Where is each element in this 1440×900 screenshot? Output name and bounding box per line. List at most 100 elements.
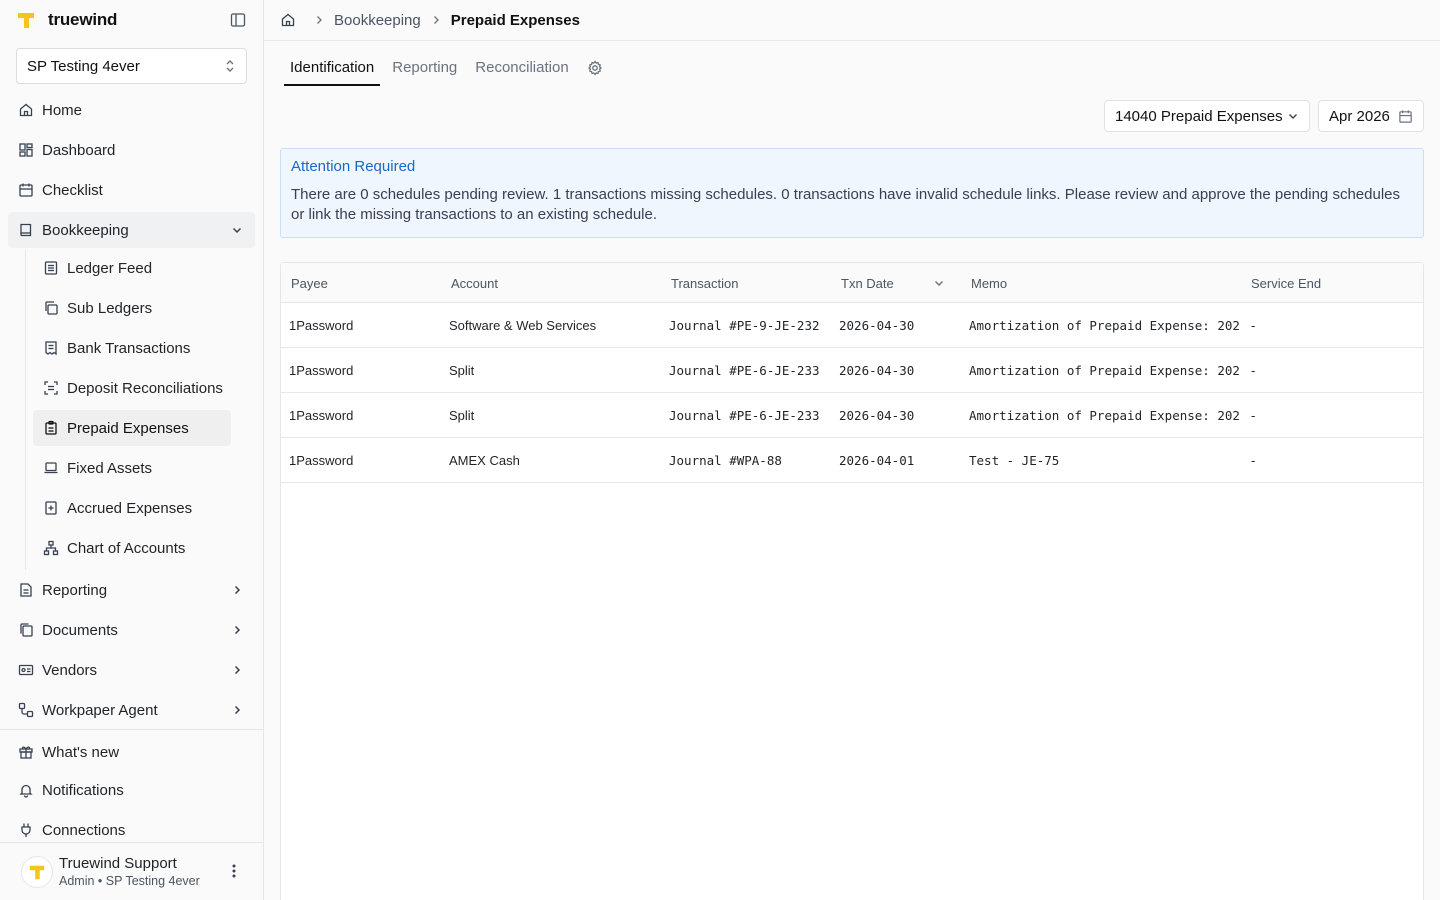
cell-memo: Amortization of Prepaid Expense: 2026-04… — [969, 408, 1239, 423]
column-header-transaction[interactable]: Transaction — [671, 263, 831, 303]
nav-reporting-label: Reporting — [42, 581, 108, 599]
account-select-value: 14040 Prepaid Expenses — [1115, 107, 1283, 125]
nav-whats-new[interactable]: What's new — [8, 734, 255, 770]
breadcrumb-bookkeeping[interactable]: Bookkeeping — [334, 12, 421, 29]
nav-vendors-label: Vendors — [42, 661, 98, 679]
nav-sub-ledgers-label: Sub Ledgers — [67, 299, 153, 317]
nav-sub-ledgers[interactable]: Sub Ledgers — [33, 290, 231, 326]
nav-chart-of-accounts-label: Chart of Accounts — [67, 539, 186, 557]
chevron-down-icon[interactable] — [933, 277, 945, 289]
nav-accrued-expenses[interactable]: Accrued Expenses — [33, 490, 231, 526]
home-icon[interactable] — [280, 12, 296, 28]
nav-documents-label: Documents — [42, 621, 118, 639]
nav-chart-of-accounts[interactable]: Chart of Accounts — [33, 530, 231, 566]
sidebar-toggle-icon[interactable] — [229, 11, 247, 29]
alert-title: Attention Required — [291, 158, 416, 175]
nav-bookkeeping[interactable]: Bookkeeping — [8, 212, 255, 248]
cell-txn-date: 2026-04-30 — [839, 408, 915, 423]
file-plus-icon — [43, 500, 59, 516]
period-picker[interactable]: Apr 2026 — [1318, 100, 1424, 132]
table-row[interactable]: 1Password Split Journal #PE-6-JE-233 202… — [281, 393, 1423, 438]
transactions-table: Payee Account Transaction Txn Date Memo … — [280, 262, 1424, 900]
cell-payee: 1Password — [289, 318, 354, 333]
truewind-logo-icon — [16, 10, 36, 30]
cell-service-end: - — [1251, 363, 1256, 378]
tab-identification[interactable]: Identification — [284, 50, 381, 86]
nav-bank-transactions[interactable]: Bank Transactions — [33, 330, 231, 366]
cell-service-end: - — [1251, 453, 1256, 468]
gear-icon[interactable] — [581, 50, 609, 86]
table-row[interactable]: 1Password Split Journal #PE-6-JE-233 202… — [281, 348, 1423, 393]
column-header-service-end[interactable]: Service End — [1251, 263, 1411, 303]
cell-account: Split — [449, 363, 475, 378]
nav-whats-new-label: What's new — [42, 743, 120, 761]
cell-transaction: Journal #PE-6-JE-233 — [669, 363, 820, 378]
chevron-right-icon — [431, 15, 441, 25]
calendar-check-icon — [18, 182, 34, 198]
org-tree-icon — [43, 540, 59, 556]
nav-fixed-assets[interactable]: Fixed Assets — [33, 450, 231, 486]
tabs: Identification Reporting Reconciliation — [284, 50, 609, 86]
dashboard-icon — [18, 142, 34, 158]
nav-deposit-reconciliations[interactable]: Deposit Reconciliations — [33, 370, 231, 406]
brand[interactable]: truewind — [16, 8, 117, 32]
table-row[interactable]: 1Password AMEX Cash Journal #WPA-88 2026… — [281, 438, 1423, 483]
nav-deposit-reconciliations-label: Deposit Reconciliations — [67, 379, 223, 397]
nav-ledger-feed[interactable]: Ledger Feed — [33, 250, 231, 286]
user-role: Admin • SP Testing 4ever — [59, 874, 200, 888]
nav-home[interactable]: Home — [8, 92, 255, 128]
nav-reporting[interactable]: Reporting — [8, 572, 255, 608]
cell-payee: 1Password — [289, 408, 354, 423]
bookkeeping-sublist-line — [25, 250, 26, 570]
cell-transaction: Journal #PE-6-JE-233 — [669, 408, 820, 423]
ledger-icon — [43, 260, 59, 276]
nav-bank-transactions-label: Bank Transactions — [67, 339, 191, 357]
nav-fixed-assets-label: Fixed Assets — [67, 459, 153, 477]
nav-notifications[interactable]: Notifications — [8, 772, 255, 808]
nav-prepaid-expenses-label: Prepaid Expenses — [67, 419, 189, 437]
nav-prepaid-expenses[interactable]: Prepaid Expenses — [33, 410, 231, 446]
sidebar: truewind SP Testing 4ever Home Dashboard… — [0, 0, 264, 900]
nav-checklist[interactable]: Checklist — [8, 172, 255, 208]
nav-ledger-feed-label: Ledger Feed — [67, 259, 153, 277]
chevron-down-icon — [231, 224, 243, 236]
nav-workpaper-agent-label: Workpaper Agent — [42, 701, 158, 719]
breadcrumb: Bookkeeping Prepaid Expenses — [264, 0, 1440, 41]
calendar-icon — [1398, 109, 1413, 124]
breadcrumb-current: Prepaid Expenses — [450, 11, 580, 29]
user-card[interactable]: Truewind Support Admin • SP Testing 4eve… — [0, 842, 263, 900]
copy-icon — [43, 300, 59, 316]
bell-icon — [18, 782, 34, 798]
chevron-right-icon — [231, 664, 243, 676]
tab-reconciliation[interactable]: Reconciliation — [469, 50, 574, 86]
cell-payee: 1Password — [289, 453, 354, 468]
gift-icon — [18, 744, 34, 760]
column-header-memo[interactable]: Memo — [971, 263, 1241, 303]
column-header-account[interactable]: Account — [451, 263, 661, 303]
account-select[interactable]: 14040 Prepaid Expenses — [1104, 100, 1310, 132]
more-vertical-icon[interactable] — [226, 863, 242, 879]
cell-service-end: - — [1251, 318, 1256, 333]
brand-name: truewind — [48, 10, 118, 29]
column-header-payee[interactable]: Payee — [291, 263, 441, 303]
nav-dashboard[interactable]: Dashboard — [8, 132, 255, 168]
id-card-icon — [18, 662, 34, 678]
cell-transaction: Journal #PE-9-JE-232 — [669, 318, 820, 333]
period-picker-value: Apr 2026 — [1329, 107, 1390, 125]
org-select[interactable]: SP Testing 4ever — [16, 48, 247, 84]
nav-documents[interactable]: Documents — [8, 612, 255, 648]
table-row[interactable]: 1Password Software & Web Services Journa… — [281, 303, 1423, 348]
cell-payee: 1Password — [289, 363, 354, 378]
nav-accrued-expenses-label: Accrued Expenses — [67, 499, 193, 517]
nav-home-label: Home — [42, 101, 83, 119]
column-header-txn-date[interactable]: Txn Date — [841, 263, 951, 303]
cell-memo: Amortization of Prepaid Expense: 2026-04… — [969, 363, 1239, 378]
nav-workpaper-agent[interactable]: Workpaper Agent — [8, 692, 255, 728]
tab-reporting[interactable]: Reporting — [386, 50, 463, 86]
chevron-right-icon — [231, 584, 243, 596]
nav-vendors[interactable]: Vendors — [8, 652, 255, 688]
workflow-icon — [18, 702, 34, 718]
cell-memo: Test - JE-75 — [969, 453, 1060, 468]
nav-checklist-label: Checklist — [42, 181, 103, 199]
clipboard-icon — [43, 420, 59, 436]
